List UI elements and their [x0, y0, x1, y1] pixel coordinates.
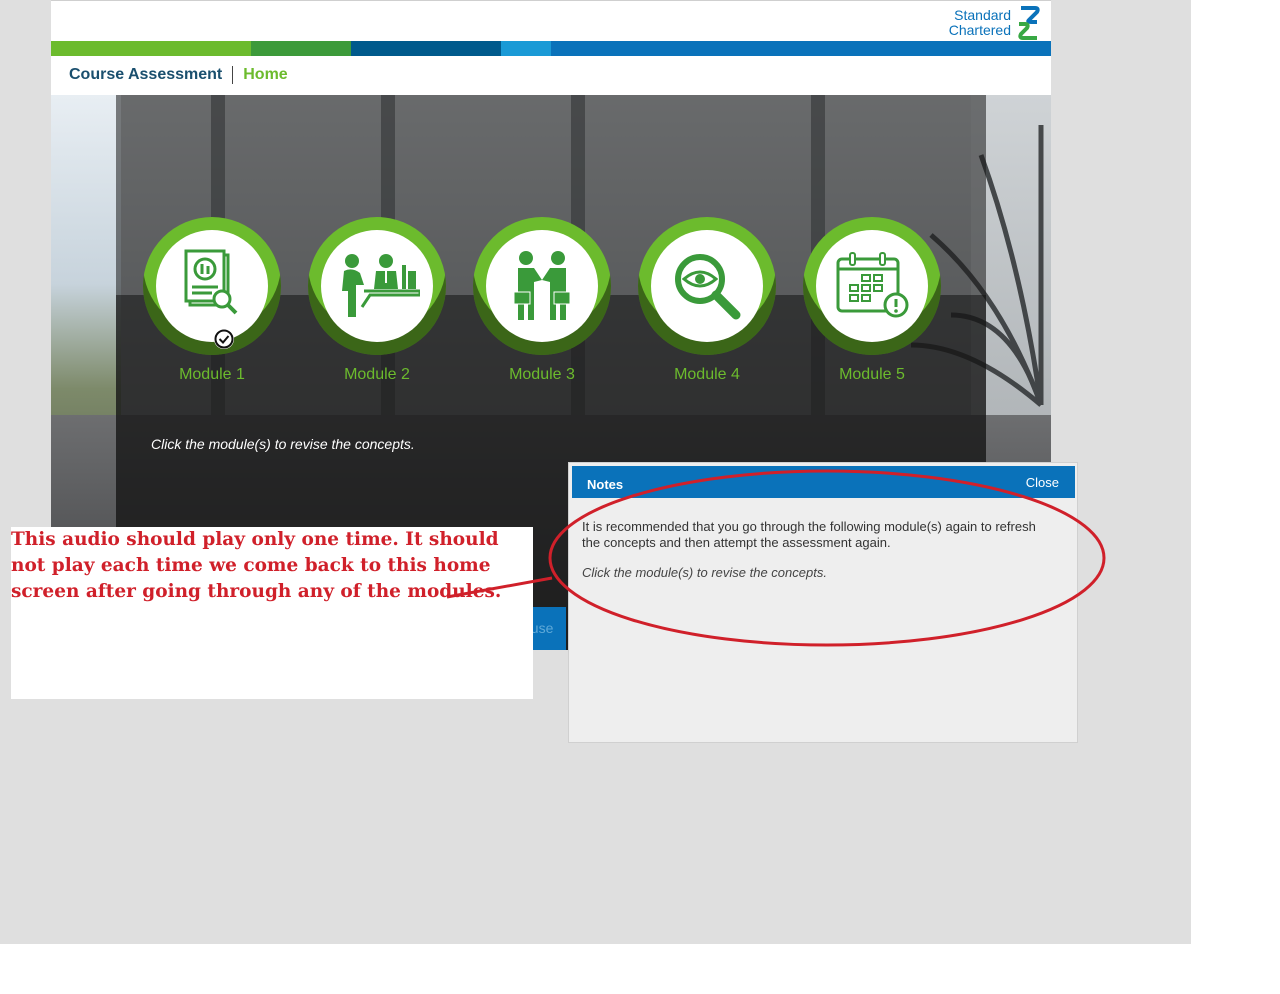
notes-body: It is recommended that you go through th…: [582, 519, 1052, 595]
module-ring: [143, 217, 281, 355]
module-5-button[interactable]: Module 5: [803, 217, 941, 384]
module-3-button[interactable]: Module 3: [473, 217, 611, 384]
notes-instruction: Click the module(s) to revise the concep…: [582, 565, 827, 580]
module-icon-circle: [486, 230, 598, 342]
brand-color-bar: [51, 41, 1051, 56]
color-bar-segment: [251, 41, 351, 56]
logo-line-2: Chartered: [948, 22, 1011, 38]
module-4-button[interactable]: Module 4: [638, 217, 776, 384]
notes-title: Notes: [587, 477, 624, 492]
breadcrumb-home: Home: [243, 66, 288, 83]
module-5-label: Module 5: [839, 366, 905, 383]
breadcrumb-separator: [232, 66, 234, 84]
breadcrumb-course[interactable]: Course Assessment: [69, 66, 222, 84]
module-4-label: Module 4: [674, 366, 740, 383]
handshake-icon: [513, 251, 571, 320]
notes-header: Notes Close: [572, 466, 1075, 498]
logo-line-1: Standard: [954, 7, 1011, 23]
module-1-button[interactable]: Module 1: [143, 217, 281, 384]
instruction-text: Click the module(s) to revise the concep…: [151, 436, 415, 452]
annotation-box: This audio should play only one time. It…: [11, 527, 533, 699]
notes-close-button[interactable]: Close: [1026, 475, 1059, 490]
logo-text: Standard Chartered: [949, 8, 1011, 38]
notes-paragraph: It is recommended that you go through th…: [582, 519, 1036, 550]
completed-check-icon: [214, 329, 234, 349]
module-icon-circle: [651, 230, 763, 342]
breadcrumb: Course Assessment Home: [69, 66, 288, 84]
module-ring: [308, 217, 446, 355]
color-bar-segment: [351, 41, 501, 56]
standard-chartered-logo: Standard Chartered: [949, 6, 1041, 40]
notes-popup: Notes Close It is recommended that you g…: [568, 462, 1078, 743]
module-ring: [803, 217, 941, 355]
module-1-label: Module 1: [179, 366, 245, 383]
annotation-text: This audio should play only one time. It…: [11, 529, 502, 602]
report-magnifier-icon: [184, 249, 238, 315]
module-2-button[interactable]: Module 2: [308, 217, 446, 384]
module-ring: [638, 217, 776, 355]
calendar-alert-icon: [836, 252, 909, 318]
module-2-label: Module 2: [344, 366, 410, 383]
module-icon-circle: [321, 230, 433, 342]
eye-magnifier-icon: [675, 254, 741, 320]
meeting-desk-icon: [342, 254, 420, 317]
module-icon-circle: [816, 230, 928, 342]
module-icon-circle: [156, 230, 268, 349]
color-bar-segment: [501, 41, 551, 56]
top-header: Standard Chartered: [51, 0, 1051, 42]
color-bar-segment: [51, 41, 251, 56]
logo-mark-icon: [1018, 6, 1040, 40]
module-3-label: Module 3: [509, 366, 575, 383]
module-ring: [473, 217, 611, 355]
module-list: Module 1 Module 2 Module 3 Module 4 Modu…: [143, 217, 943, 397]
color-bar-segment: [551, 41, 1051, 56]
